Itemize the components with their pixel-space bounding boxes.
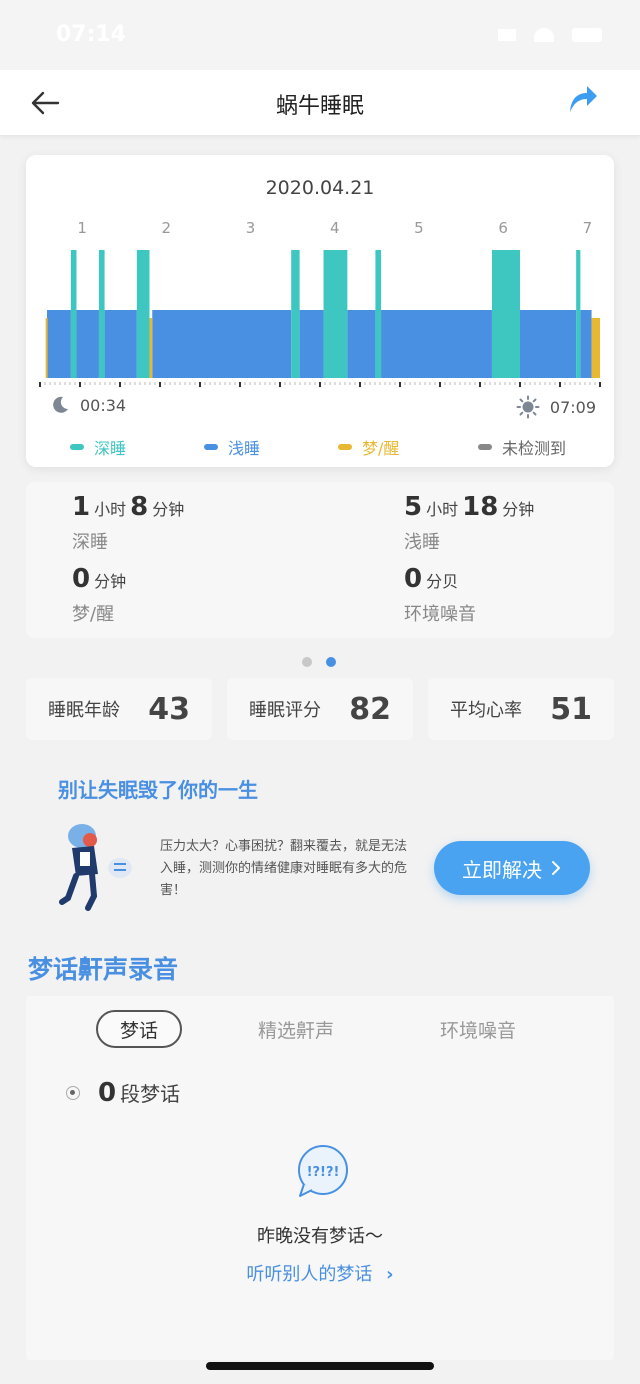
sleep-stage-bar: [76, 310, 99, 378]
sleep-stage-bar: [381, 310, 492, 378]
hour-tick-label: 7: [583, 219, 593, 237]
sun-icon: [516, 395, 540, 419]
deep-sleep-stat: 1 小时 8 分钟 深睡: [72, 492, 185, 553]
page-indicator[interactable]: [302, 657, 336, 667]
home-indicator[interactable]: [206, 1362, 434, 1370]
sleep-stage-bar: [104, 310, 137, 378]
sleep-stage-bar: [149, 318, 153, 378]
hour-tick-label: 6: [498, 219, 508, 237]
wake-time: 07:09: [549, 397, 596, 417]
status-bar: 07:14: [0, 0, 640, 70]
legend-item: 浅睡: [204, 435, 260, 459]
dream-stat: 0 分钟 梦/醒: [72, 564, 127, 625]
recordings-card: 梦话 精选鼾声 环境噪音 0 段梦话 !?!?! 昨晚没有梦话～ 听听别人的梦话…: [26, 996, 614, 1360]
hour-tick-label: 5: [414, 219, 424, 237]
chart-date: 2020.04.21: [265, 177, 375, 199]
section-title-recordings: 梦话鼾声录音: [28, 955, 179, 984]
tab-sleep-talk[interactable]: 梦话: [96, 1010, 182, 1048]
noise-stat: 0 分贝 环境噪音: [404, 564, 476, 625]
light-sleep-stat: 5 小时 18 分钟 浅睡: [404, 492, 535, 553]
moon-icon: [53, 396, 68, 413]
sleep-stage-bar: [291, 250, 300, 378]
legend-item: 未检测到: [478, 435, 566, 459]
sleep-age-card[interactable]: 睡眠年龄 43: [26, 678, 212, 740]
sleep-talk-count: 0 段梦话: [66, 1078, 180, 1108]
wifi-icon: [534, 28, 554, 42]
chevron-right-icon: ›: [386, 1264, 394, 1285]
sleep-stage-bar: [491, 250, 520, 378]
tab-snoring[interactable]: 精选鼾声: [236, 1010, 356, 1048]
sleep-stage-bar: [136, 250, 150, 378]
sleep-stage-bar: [299, 310, 324, 378]
legend-item: 梦/醒: [338, 435, 399, 459]
solve-now-button[interactable]: 立即解决: [434, 841, 590, 895]
sleep-score-card[interactable]: 睡眠评分 82: [227, 678, 413, 740]
promo-description: 压力太大？心事困扰？翻来覆去，就是无法入睡，测测你的情绪健康对睡眠有多大的危害！: [160, 839, 408, 898]
share-icon: [570, 86, 597, 112]
battery-icon: [572, 28, 602, 42]
promo-title[interactable]: 别让失眠毁了你的一生: [58, 774, 258, 803]
sleep-stage-bar: [347, 310, 376, 378]
sleep-stage-bar: [98, 250, 105, 378]
sleep-stage-bar: [70, 250, 77, 378]
sleep-stage-bar: [45, 318, 48, 378]
legend-item: 深睡: [70, 435, 126, 459]
sleep-stage-bar: [591, 318, 600, 378]
tab-ambient-noise[interactable]: 环境噪音: [418, 1010, 538, 1048]
bubble-text: !?!?!: [307, 1165, 340, 1180]
page-dot-active[interactable]: [326, 657, 336, 667]
chart-legend: 深睡 浅睡 梦/醒 未检测到: [26, 435, 614, 459]
sleep-stage-bar: [323, 250, 348, 378]
hour-tick-label: 3: [246, 219, 256, 237]
others-sleep-talk-link[interactable]: 听听别人的梦话 ›: [26, 1260, 614, 1286]
page-title: 蜗牛睡眠: [275, 94, 364, 119]
empty-state-text: 昨晚没有梦话～: [257, 1226, 383, 1247]
sleep-stage-bar: [576, 250, 581, 378]
sleep-stage-bar: [46, 310, 71, 378]
sleep-stage-bar: [152, 310, 292, 378]
nav-bar: 蜗牛睡眠: [0, 70, 640, 136]
sleep-start-time: 00:34: [80, 395, 127, 415]
chevron-right-icon: [552, 861, 560, 875]
status-time: 07:14: [56, 22, 127, 47]
share-button[interactable]: [568, 82, 598, 116]
radio-icon: [66, 1086, 80, 1100]
hour-tick-label: 2: [162, 219, 172, 237]
sleep-stage-bar: [375, 250, 382, 378]
sleep-stage-bar: [520, 310, 577, 378]
signal-icon: [498, 29, 516, 41]
sleep-stats-card: 1 小时 8 分钟 深睡 5 小时 18 分钟 浅睡 0 分钟 梦/醒 0 分贝…: [26, 482, 614, 638]
speech-bubble-icon: !?!?!: [298, 1145, 348, 1197]
hour-tick-label: 4: [330, 219, 340, 237]
page-dot[interactable]: [302, 657, 312, 667]
sleep-chart-card: 1 2 3 4 5 6 7 2020.04.21 00:34 07:09 深睡 浅睡 梦/醒…: [26, 155, 614, 467]
sleep-stage-bar: [580, 310, 592, 378]
hour-tick-label: 1: [77, 219, 87, 237]
sleeping-person-illustration: [59, 824, 132, 911]
heart-rate-card[interactable]: 平均心率 51: [428, 678, 614, 740]
